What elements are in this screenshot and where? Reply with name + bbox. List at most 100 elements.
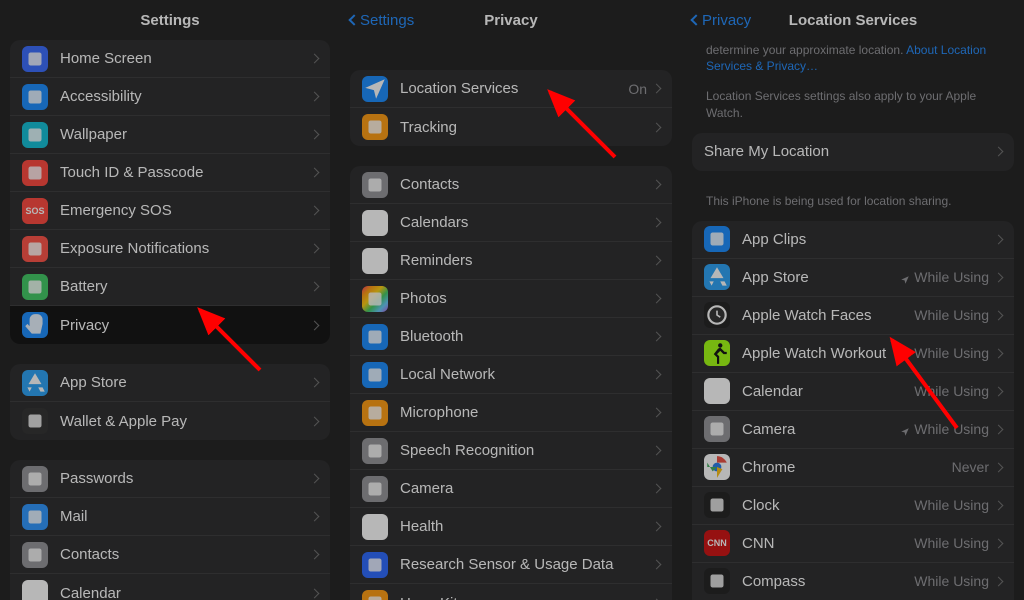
privacy-row-location-services[interactable]: Location ServicesOn xyxy=(350,70,672,108)
cam-icon xyxy=(362,476,388,502)
settings-row-accessibility[interactable]: Accessibility xyxy=(10,78,330,116)
settings-row-emergency-sos[interactable]: SOSEmergency SOS xyxy=(10,192,330,230)
row-label: Health xyxy=(400,518,653,535)
clock-icon xyxy=(704,492,730,518)
settings-row-calendar[interactable]: Calendar xyxy=(10,574,330,600)
row-label: Accessibility xyxy=(60,88,311,105)
location-app-chrome[interactable]: ChromeNever xyxy=(692,449,1014,487)
chevron-right-icon xyxy=(310,588,320,598)
row-value: While Using xyxy=(900,269,989,285)
rem-icon xyxy=(362,248,388,274)
settings-row-exposure-notifications[interactable]: Exposure Notifications xyxy=(10,230,330,268)
chevron-right-icon xyxy=(994,576,1004,586)
privacy-row-photos[interactable]: Photos xyxy=(350,280,672,318)
chevron-right-icon xyxy=(652,294,662,304)
row-label: App Store xyxy=(60,374,311,391)
settings-title: Settings xyxy=(140,12,199,29)
row-label: Local Network xyxy=(400,366,653,383)
row-label: Compass xyxy=(742,573,914,590)
location-app-apple-watch-workout[interactable]: Apple Watch WorkoutWhile Using xyxy=(692,335,1014,373)
privacy-row-speech-recognition[interactable]: Speech Recognition xyxy=(350,432,672,470)
location-app-cnn[interactable]: CNNCNNWhile Using xyxy=(692,525,1014,563)
grid-icon xyxy=(22,46,48,72)
row-label: Calendar xyxy=(742,383,914,400)
row-label: Calendars xyxy=(400,214,653,231)
location-app-compass[interactable]: CompassWhile Using xyxy=(692,563,1014,600)
chevron-right-icon xyxy=(994,462,1004,472)
settings-row-wallpaper[interactable]: Wallpaper xyxy=(10,116,330,154)
privacy-row-tracking[interactable]: Tracking xyxy=(350,108,672,146)
share-my-location-row[interactable]: Share My Location xyxy=(692,133,1014,171)
back-to-privacy[interactable]: Privacy xyxy=(692,12,751,29)
privacy-row-camera[interactable]: Camera xyxy=(350,470,672,508)
watch-icon xyxy=(704,302,730,328)
location-title: Location Services xyxy=(789,12,917,29)
privacy-row-calendars[interactable]: Calendars xyxy=(350,204,672,242)
row-value: While Using xyxy=(914,307,989,323)
row-label: Photos xyxy=(400,290,653,307)
chevron-right-icon xyxy=(994,234,1004,244)
settings-row-passwords[interactable]: Passwords xyxy=(10,460,330,498)
chevron-right-icon xyxy=(652,484,662,494)
chevron-right-icon xyxy=(652,122,662,132)
row-label: Emergency SOS xyxy=(60,202,311,219)
location-app-calendar[interactable]: CalendarWhile Using xyxy=(692,373,1014,411)
chevron-right-icon xyxy=(310,320,320,330)
chevron-right-icon xyxy=(652,218,662,228)
chevron-right-icon xyxy=(994,272,1004,282)
chevron-right-icon xyxy=(652,256,662,266)
wallet-icon xyxy=(22,408,48,434)
settings-row-wallet-apple-pay[interactable]: Wallet & Apple Pay xyxy=(10,402,330,440)
back-to-settings[interactable]: Settings xyxy=(350,12,414,29)
privacy-row-homekit[interactable]: HomeKit xyxy=(350,584,672,600)
mail-icon xyxy=(22,504,48,530)
privacy-row-reminders[interactable]: Reminders xyxy=(350,242,672,280)
settings-row-contacts[interactable]: Contacts xyxy=(10,536,330,574)
settings-row-touch-id-passcode[interactable]: Touch ID & Passcode xyxy=(10,154,330,192)
settings-row-privacy[interactable]: Privacy xyxy=(10,306,330,344)
addr-icon xyxy=(22,542,48,568)
cnn-icon: CNN xyxy=(704,530,730,556)
location-app-app-clips[interactable]: App Clips xyxy=(692,221,1014,259)
finger-icon xyxy=(22,160,48,186)
chevron-right-icon xyxy=(652,560,662,570)
privacy-row-contacts[interactable]: Contacts xyxy=(350,166,672,204)
privacy-row-microphone[interactable]: Microphone xyxy=(350,394,672,432)
privacy-row-research-sensor-usage-data[interactable]: Research Sensor & Usage Data xyxy=(350,546,672,584)
row-label: Location Services xyxy=(400,80,628,97)
chevron-right-icon xyxy=(310,512,320,522)
row-label: App Store xyxy=(742,269,900,286)
settings-row-mail[interactable]: Mail xyxy=(10,498,330,536)
photo-icon xyxy=(362,286,388,312)
chrome-icon xyxy=(704,454,730,480)
privacy-row-health[interactable]: Health xyxy=(350,508,672,546)
location-app-apple-watch-faces[interactable]: Apple Watch FacesWhile Using xyxy=(692,297,1014,335)
location-app-clock[interactable]: ClockWhile Using xyxy=(692,487,1014,525)
privacy-row-local-network[interactable]: Local Network xyxy=(350,356,672,394)
workout-icon xyxy=(704,340,730,366)
about-location-link[interactable]: About Location Services & Privacy… xyxy=(706,43,986,73)
row-label: Reminders xyxy=(400,252,653,269)
chevron-right-icon xyxy=(652,180,662,190)
chevron-right-icon xyxy=(652,370,662,380)
share-footer: This iPhone is being used for location s… xyxy=(692,191,1014,221)
cam2-icon xyxy=(704,416,730,442)
settings-row-home-screen[interactable]: Home Screen xyxy=(10,40,330,78)
row-label: HomeKit xyxy=(400,595,653,600)
chevron-right-icon xyxy=(310,474,320,484)
chevron-right-icon xyxy=(310,130,320,140)
chevron-right-icon xyxy=(310,168,320,178)
row-label: Bluetooth xyxy=(400,328,653,345)
home-icon xyxy=(362,590,388,600)
row-label: Contacts xyxy=(400,176,653,193)
settings-row-app-store[interactable]: App Store xyxy=(10,364,330,402)
row-value: While Using xyxy=(914,383,989,399)
location-app-camera[interactable]: CameraWhile Using xyxy=(692,411,1014,449)
privacy-row-bluetooth[interactable]: Bluetooth xyxy=(350,318,672,356)
acc-icon xyxy=(22,84,48,110)
location-app-app-store[interactable]: App StoreWhile Using xyxy=(692,259,1014,297)
row-label: Clock xyxy=(742,497,914,514)
row-label: Wallet & Apple Pay xyxy=(60,413,311,430)
settings-row-battery[interactable]: Battery xyxy=(10,268,330,306)
row-value: While Using xyxy=(914,345,989,361)
